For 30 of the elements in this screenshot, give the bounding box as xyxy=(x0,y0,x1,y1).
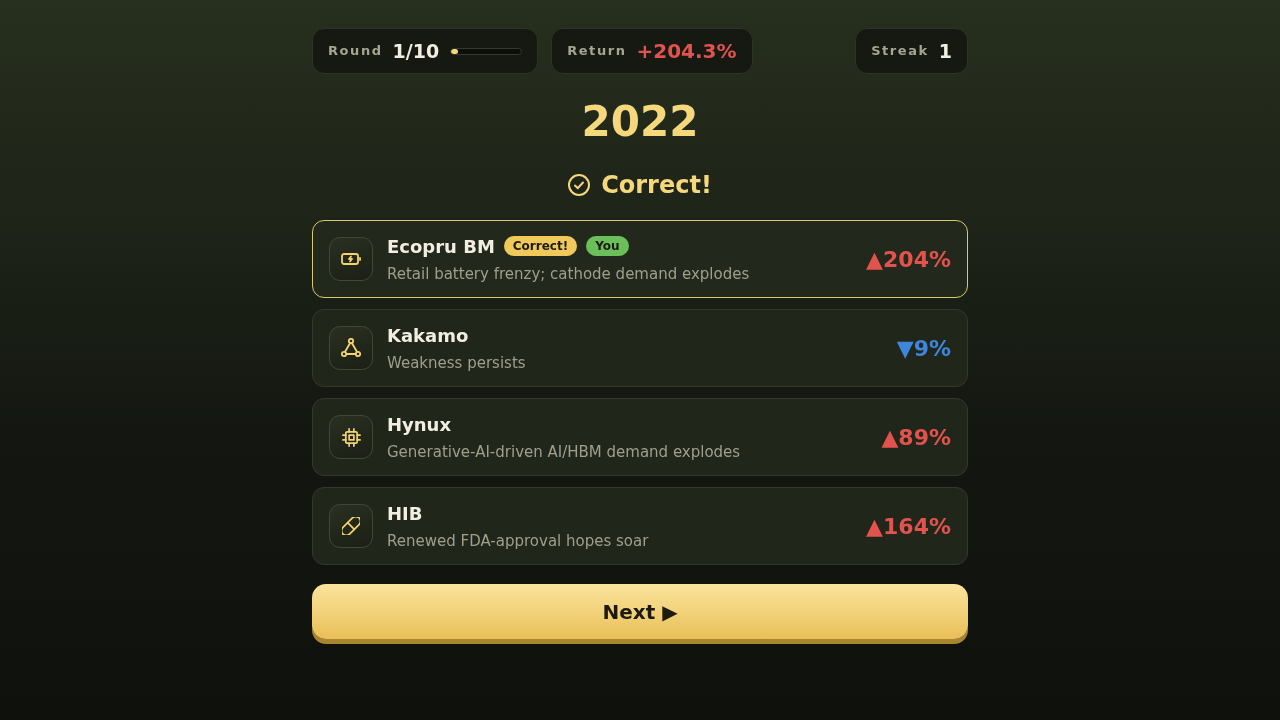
change-percent: ▲89% xyxy=(881,423,951,452)
change-percent: ▲164% xyxy=(866,512,951,541)
triangle-network-icon xyxy=(341,338,361,358)
company-card[interactable]: HIB Renewed FDA-approval hopes soar ▲164% xyxy=(312,487,968,565)
company-description: Retail battery frenzy; cathode demand explodes xyxy=(387,264,750,284)
battery-icon xyxy=(341,253,361,265)
company-description: Generative-AI-driven AI/HBM demand explodes xyxy=(387,442,741,462)
stat-value: +204.3% xyxy=(636,38,737,65)
company-card[interactable]: Hynux Generative-AI-driven AI/HBM demand explodes ▲89% xyxy=(312,398,968,476)
company-name: Kakamo xyxy=(387,323,469,348)
result-tag: You xyxy=(586,236,629,256)
result-tag: Correct! xyxy=(503,236,578,256)
stat-label: Streak xyxy=(871,42,929,61)
change-percent: ▲204% xyxy=(866,245,951,274)
result-message: Correct! xyxy=(601,170,712,201)
stat-value: 1 xyxy=(938,38,952,64)
company-card[interactable]: Kakamo Weakness persists ▼9% xyxy=(312,309,968,387)
stat-value: 1/10 xyxy=(392,38,440,64)
company-name: HIB xyxy=(387,501,423,526)
company-description: Weakness persists xyxy=(387,353,526,373)
year-title: 2022 xyxy=(581,97,699,147)
chip-icon xyxy=(341,427,361,447)
change-percent: ▼9% xyxy=(896,334,951,363)
company-card[interactable]: Ecopru BM Correct! You Retail battery frenzy; cathode demand explodes ▲204% xyxy=(312,220,968,298)
stat-label: Return xyxy=(567,42,627,61)
company-name: Hynux xyxy=(387,412,452,437)
pill-icon xyxy=(342,517,360,535)
stat-label: Round xyxy=(328,42,383,61)
company-name: Ecopru BM xyxy=(387,234,495,259)
company-description: Renewed FDA-approval hopes soar xyxy=(387,531,649,551)
